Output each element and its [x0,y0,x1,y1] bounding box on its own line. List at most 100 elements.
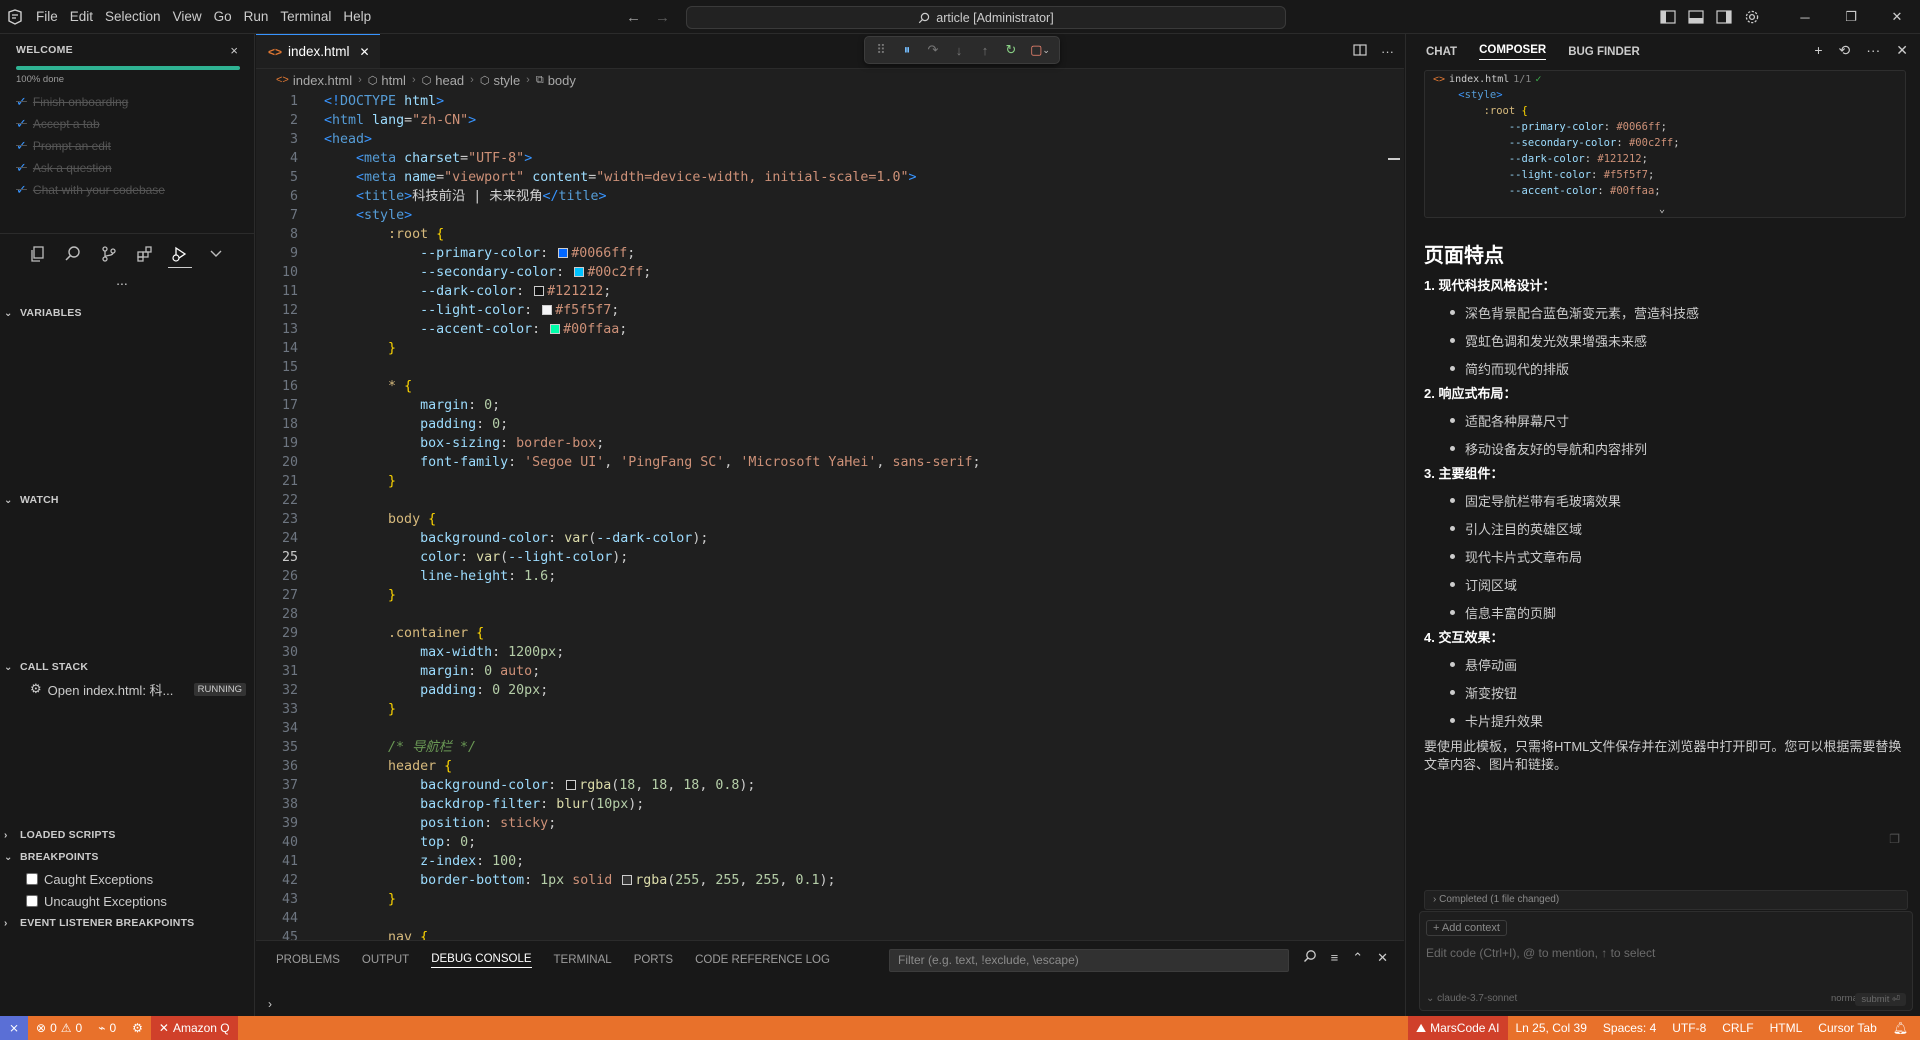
onboarding-task[interactable]: ✓ Prompt an edit [16,135,238,157]
close-icon[interactable]: × [230,43,238,58]
marscode-indicator[interactable]: ⛰ MarsCode AI [1408,1016,1508,1040]
restore-button[interactable]: ❐ [1828,0,1874,34]
color-swatch[interactable] [550,324,561,334]
variables-section[interactable]: ⌄ VARIABLES [0,302,254,324]
minimize-button[interactable]: ─ [1782,0,1828,34]
more-actions-icon[interactable]: ··· [1866,42,1880,59]
breadcrumb-item[interactable]: body [548,73,576,88]
uncaught-exceptions-checkbox[interactable] [26,895,38,907]
submit-button[interactable]: submit ⏎ [1855,993,1906,1006]
composer-input[interactable]: Edit code (Ctrl+I), @ to mention, ↑ to s… [1426,946,1655,960]
repl-prompt-icon[interactable]: › [268,997,272,1011]
chevron-down-icon[interactable] [204,240,228,268]
event-listener-section[interactable]: › EVENT LISTENER BREAKPOINTS [0,912,254,934]
tab-index-html[interactable]: <> index.html ✕ [256,34,380,68]
close-icon[interactable]: ✕ [1896,42,1908,59]
breadcrumb-item[interactable]: html [381,73,406,88]
toggle-secondary-sidebar-icon[interactable] [1710,0,1738,34]
debug-launch-indicator[interactable]: ⚙ [124,1016,151,1040]
debug-console-filter-input[interactable]: Filter (e.g. text, !exclude, \escape) [889,949,1289,972]
breakpoints-section[interactable]: ⌄ BREAKPOINTS [0,846,254,868]
tab-chat[interactable]: CHAT [1426,46,1457,58]
command-center[interactable]: article [Administrator] [686,6,1286,29]
history-icon[interactable]: ⟲ [1839,42,1851,59]
call-stack-item[interactable]: ⚙ Open index.html: 科... RUNNING [0,678,254,700]
search-icon[interactable] [61,240,85,268]
stop-icon[interactable]: ▢ ⌄ [1025,38,1055,62]
pause-icon[interactable]: ⏸ [895,38,919,62]
color-swatch[interactable] [542,305,553,315]
more-actions-icon[interactable]: ··· [1381,44,1394,59]
caught-exceptions-checkbox[interactable] [26,873,38,885]
tab-composer[interactable]: COMPOSER [1479,44,1547,60]
tab-code-reference-log[interactable]: CODE REFERENCE LOG [695,954,830,966]
onboarding-task[interactable]: ✓ Chat with your codebase [16,179,238,201]
amazon-q-indicator[interactable]: ✕ Amazon Q [150,1016,238,1040]
forward-arrow-icon[interactable]: → [655,9,670,26]
problems-indicator[interactable]: ⊗ 0 ⚠ 0 [28,1016,90,1040]
close-window-button[interactable]: ✕ [1874,0,1920,34]
extensions-icon[interactable] [133,240,157,268]
more-actions-icon[interactable]: ... [0,273,254,294]
encoding[interactable]: UTF-8 [1664,1016,1714,1040]
add-context-button[interactable]: + Add context [1426,920,1507,936]
color-swatch[interactable] [534,286,545,296]
completed-status[interactable]: › Completed (1 file changed) [1424,890,1908,910]
close-panel-icon[interactable]: ✕ [1377,950,1388,966]
tab-debug-console[interactable]: DEBUG CONSOLE [431,953,532,968]
end-of-line[interactable]: CRLF [1714,1016,1761,1040]
code-diff-preview[interactable]: <> index.html 1/1 ✓ <style> :root { --pr… [1424,70,1906,218]
onboarding-task[interactable]: ✓ Ask a question [16,157,238,179]
ports-indicator[interactable]: ⌁ 0 [90,1016,124,1040]
step-into-icon[interactable]: ↓ [947,38,971,62]
chevron-down-icon[interactable]: ⌄ [1659,204,1665,215]
tab-bug-finder[interactable]: BUG FINDER [1568,46,1640,58]
color-swatch[interactable] [558,248,569,258]
loaded-scripts-section[interactable]: › LOADED SCRIPTS [0,824,254,846]
color-swatch[interactable] [574,267,585,277]
onboarding-task[interactable]: ✓ Finish onboarding [16,91,238,113]
source-control-icon[interactable] [97,240,121,268]
notifications-bell-icon[interactable]: 🔔︎ [1885,1016,1920,1040]
tab-ports[interactable]: PORTS [634,954,673,966]
menu-edit[interactable]: Edit [64,0,99,34]
close-tab-icon[interactable]: ✕ [360,45,370,59]
call-stack-section[interactable]: ⌄ CALL STACK [0,656,254,678]
new-chat-icon[interactable]: + [1814,42,1822,59]
breadcrumb-item[interactable]: index.html [293,73,352,88]
color-swatch[interactable] [566,780,577,790]
split-editor-icon[interactable] [1353,44,1367,59]
menu-go[interactable]: Go [208,0,238,34]
tab-problems[interactable]: PROBLEMS [276,954,340,966]
indentation[interactable]: Spaces: 4 [1595,1016,1664,1040]
menu-selection[interactable]: Selection [99,0,167,34]
cursor-position[interactable]: Ln 25, Col 39 [1508,1016,1595,1040]
onboarding-task[interactable]: ✓ Accept a tab [16,113,238,135]
menu-run[interactable]: Run [238,0,275,34]
settings-gear-icon[interactable] [1738,0,1766,34]
language-mode[interactable]: HTML [1762,1016,1811,1040]
model-selector[interactable]: ⌄ claude-3.7-sonnet [1426,993,1517,1004]
tab-terminal[interactable]: TERMINAL [554,954,612,966]
run-and-debug-icon[interactable] [168,240,193,268]
clear-console-icon[interactable]: ≡ [1331,950,1339,965]
cursor-tab[interactable]: Cursor Tab [1810,1016,1884,1040]
explorer-icon[interactable] [26,240,50,268]
menu-view[interactable]: View [167,0,208,34]
breadcrumb-item[interactable]: head [435,73,464,88]
maximize-panel-icon[interactable]: ⌃ [1352,950,1363,966]
code-editor[interactable]: 1 <!DOCTYPE html> 2 <html lang="zh-CN"> 3 <he… [256,92,1404,940]
tab-output[interactable]: OUTPUT [362,954,409,966]
menu-help[interactable]: Help [337,0,377,34]
menu-terminal[interactable]: Terminal [274,0,337,34]
color-swatch[interactable] [622,875,633,885]
search-icon[interactable] [1303,949,1317,966]
drag-handle-icon[interactable]: ⠿ [869,38,893,62]
step-out-icon[interactable]: ↑ [973,38,997,62]
watch-section[interactable]: ⌄ WATCH [0,489,254,511]
toggle-panel-icon[interactable] [1682,0,1710,34]
copy-icon[interactable]: ❐ [1889,832,1900,846]
step-over-icon[interactable]: ↷ [921,38,945,62]
restart-icon[interactable]: ↻ [999,38,1023,62]
remote-indicator[interactable]: ⨯ [0,1016,28,1040]
